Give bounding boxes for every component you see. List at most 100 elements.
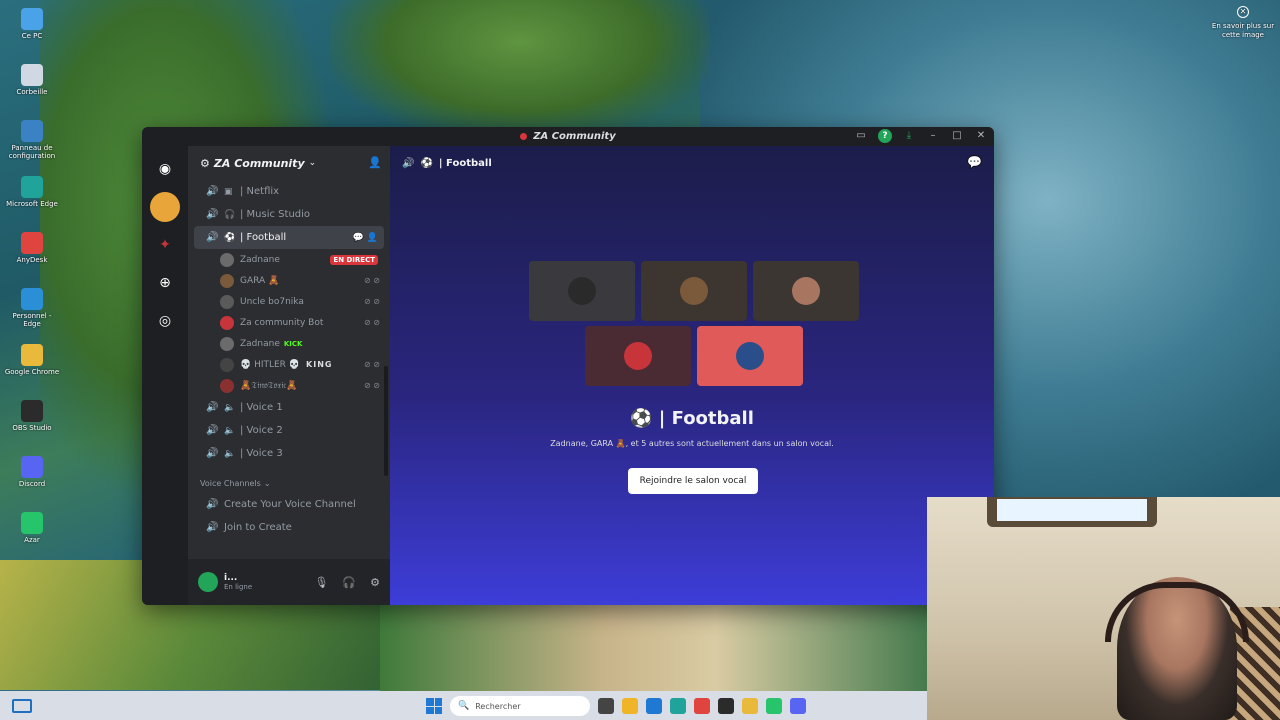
desktop-icon[interactable]: Panneau de configuration: [4, 116, 60, 172]
app-icon: [21, 232, 43, 254]
voice-user[interactable]: Zadnane KICK: [188, 333, 390, 354]
muted-icon: ⊘ ⊘: [364, 276, 380, 285]
chat-icon[interactable]: 💬: [967, 155, 982, 169]
chrome-icon[interactable]: [742, 698, 758, 714]
voice-channel[interactable]: 🔊 🔈 | Voice 1: [194, 396, 384, 419]
voice-user[interactable]: 💀 HITLER 💀 KING ⊘ ⊘: [188, 354, 390, 375]
add-server-icon[interactable]: ⊕: [150, 268, 180, 298]
desktop-icon-label: Microsoft Edge: [6, 200, 58, 208]
user-panel: i... En ligne 🎙 🎧 ⚙: [188, 559, 390, 605]
user-name: 💀 HITLER 💀: [240, 359, 301, 370]
avatar: [736, 342, 764, 370]
learn-more-link[interactable]: ✕ En savoir plus sur cette image: [1210, 6, 1276, 40]
voice-user[interactable]: GARA 🧸 ⊘ ⊘: [188, 270, 390, 291]
desktop-icon-label: Ce PC: [21, 32, 43, 40]
desktop-icon[interactable]: Microsoft Edge: [4, 172, 60, 228]
help-icon[interactable]: ?: [878, 129, 892, 143]
edge-icon[interactable]: [670, 698, 686, 714]
voice-channel-title-text: | Football: [658, 408, 754, 429]
avatar: [680, 277, 708, 305]
search-input[interactable]: 🔍 Rechercher: [450, 696, 590, 716]
voice-user[interactable]: 🧸𝔗𝔦𝔫𝔬𝔗𝔬𝔵𝔦𝔠🧸 ⊘ ⊘: [188, 375, 390, 396]
close-button[interactable]: ✕: [974, 129, 988, 143]
participant-tile[interactable]: [697, 326, 803, 386]
participant-tiles: [526, 261, 862, 391]
voice-user[interactable]: Uncle bo7nika ⊘ ⊘: [188, 291, 390, 312]
voice-user[interactable]: Za community Bot ⊘ ⊘: [188, 312, 390, 333]
start-button[interactable]: [426, 698, 442, 714]
desktop-icon[interactable]: Personnel - Edge: [4, 284, 60, 340]
desktop-icon[interactable]: OBS Studio: [4, 396, 60, 452]
desktop-icon[interactable]: AnyDesk: [4, 228, 60, 284]
server-icon-za-community[interactable]: [150, 192, 180, 222]
app-icon: [21, 120, 43, 142]
voice-channel[interactable]: 🔊 Create Your Voice Channel: [194, 493, 384, 516]
discord-home-icon[interactable]: ◉: [150, 154, 180, 184]
desktop-icon[interactable]: Google Chrome: [4, 340, 60, 396]
user-status: En ligne: [224, 583, 253, 591]
channel-name: Join to Create: [224, 522, 292, 533]
explore-icon[interactable]: ◎: [150, 306, 180, 336]
category-voice-channels[interactable]: Voice Channels ⌄: [188, 473, 390, 493]
app-icon: [21, 400, 43, 422]
minimize-button[interactable]: –: [926, 129, 940, 143]
gear-icon: ⚙: [200, 156, 210, 170]
download-icon[interactable]: ⤓: [902, 129, 916, 143]
window-title: ZA Community: [533, 131, 616, 142]
user-name: i...: [224, 573, 238, 583]
channel-name: | Music Studio: [240, 209, 311, 220]
title-bar: ZA Community ▭ ? ⤓ – □ ✕: [142, 127, 994, 146]
channel-name: | Football: [240, 232, 287, 243]
desktop-icon[interactable]: Azar: [4, 508, 60, 564]
voice-channel[interactable]: 🔊 Join to Create: [194, 516, 384, 539]
desktop-icon[interactable]: Discord: [4, 452, 60, 508]
microphone-icon[interactable]: 🎙: [314, 576, 328, 589]
widgets-icon[interactable]: [12, 698, 32, 713]
voice-channel[interactable]: 🔊 ⚽ | Football 💬 👤: [194, 226, 384, 249]
desktop-icon[interactable]: Corbeille: [4, 60, 60, 116]
maximize-button[interactable]: □: [950, 129, 964, 143]
file-explorer-icon[interactable]: [622, 698, 638, 714]
desktop-icon-label: Discord: [18, 480, 46, 488]
participant-tile[interactable]: [641, 261, 747, 321]
user-name: GARA 🧸: [240, 275, 280, 286]
voice-user[interactable]: Zadnane EN DIRECT: [188, 249, 390, 270]
server-header[interactable]: ⚙ ZA Community ⌄ 👤: [188, 146, 390, 180]
webcam-overlay: [927, 497, 1280, 720]
scrollbar[interactable]: [384, 366, 388, 476]
speaker-icon: 🔊: [206, 522, 219, 533]
participant-tile[interactable]: [753, 261, 859, 321]
join-voice-button[interactable]: Rejoindre le salon vocal: [628, 468, 758, 494]
channel-actions-icon[interactable]: 💬 👤: [353, 233, 378, 243]
voice-channel[interactable]: 🔊 🎧 | Music Studio: [194, 203, 384, 226]
azar-icon[interactable]: [766, 698, 782, 714]
app-icon: [21, 456, 43, 478]
headphones-icon[interactable]: 🎧: [342, 576, 356, 589]
desktop-icon-label: Personnel - Edge: [12, 312, 52, 328]
discord-logo-icon: [520, 133, 528, 140]
gear-icon[interactable]: ⚙: [370, 576, 380, 589]
desktop-icon[interactable]: Ce PC: [4, 4, 60, 60]
desktop-icon-label: Corbeille: [16, 88, 48, 96]
user-name: Zadnane: [240, 338, 280, 349]
avatar[interactable]: [198, 572, 218, 592]
anydesk-icon[interactable]: [694, 698, 710, 714]
store-icon[interactable]: [646, 698, 662, 714]
chevron-down-icon: ⌄: [263, 478, 271, 488]
task-view-icon[interactable]: [598, 698, 614, 714]
inbox-icon[interactable]: ▭: [854, 129, 868, 143]
obs-icon[interactable]: [718, 698, 734, 714]
invite-icon[interactable]: 👤: [368, 156, 382, 169]
soccer-ball-icon: ⚽: [630, 408, 659, 429]
participant-tile[interactable]: [529, 261, 635, 321]
participant-tile[interactable]: [585, 326, 691, 386]
voice-channel[interactable]: 🔊 🔈 | Voice 2: [194, 419, 384, 442]
volume-icon: 🔈: [224, 402, 236, 413]
voice-channel[interactable]: 🔊 ▣ | Netflix: [194, 180, 384, 203]
avatar: [220, 294, 234, 309]
headphones-icon: 🎧: [224, 209, 236, 220]
voice-channel[interactable]: 🔊 🔈 | Voice 3: [194, 442, 384, 465]
server-icon-red[interactable]: ✦: [150, 230, 180, 260]
discord-icon[interactable]: [790, 698, 806, 714]
avatar: [220, 273, 234, 288]
